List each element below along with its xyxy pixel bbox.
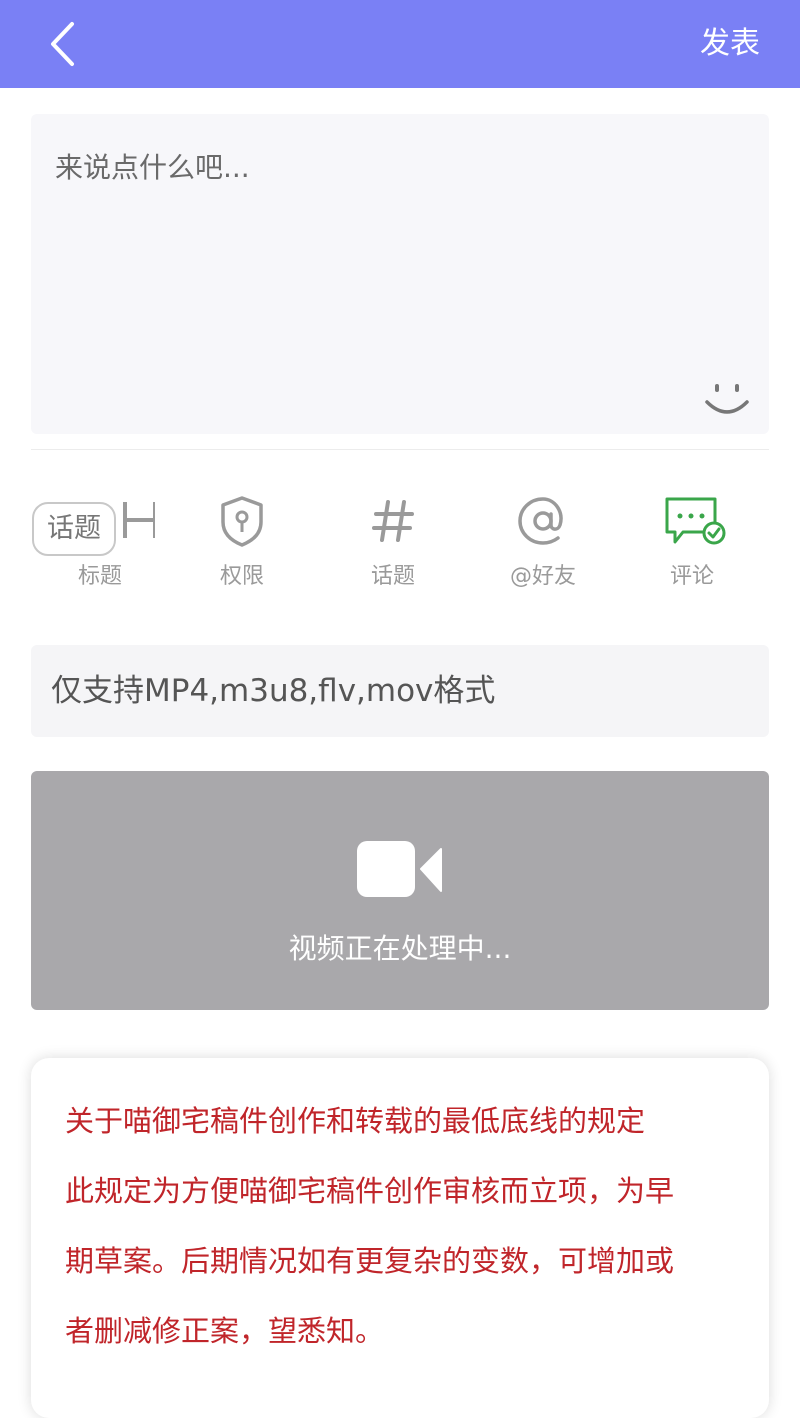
shield-lock-icon — [221, 496, 263, 547]
comment-tool-label: 评论 — [669, 564, 714, 589]
publish-button[interactable]: 发表 — [700, 24, 760, 64]
hash-icon — [372, 500, 414, 542]
comment-check-icon — [665, 497, 726, 545]
notice-line: 期草案。后期情况如有更复杂的变数，可增加或 — [65, 1244, 675, 1278]
smiley-icon — [705, 384, 749, 414]
video-camera-icon — [357, 841, 442, 897]
at-icon — [518, 497, 563, 545]
format-hint: 仅支持MP4,m3u8,flv,mov格式 — [31, 645, 769, 737]
top-bar: 发表 — [0, 0, 800, 88]
notice-card: 关于喵御宅稿件创作和转载的最低底线的规定 此规定为方便喵御宅稿件创作审核而立项，… — [31, 1058, 769, 1418]
notice-line: 者删减修正案，望悉知。 — [65, 1314, 385, 1348]
back-button[interactable] — [40, 18, 88, 70]
topic-tool[interactable]: 话题 — [338, 490, 448, 590]
video-upload-area[interactable]: 视频正在处理中... — [31, 771, 769, 1010]
title-tool-label: 标题 — [77, 564, 122, 589]
topic-chip[interactable]: 话题 — [32, 502, 116, 556]
emoji-button[interactable] — [703, 378, 751, 422]
permission-tool[interactable]: 权限 — [187, 490, 297, 590]
mention-friend-label: @好友 — [509, 564, 576, 589]
post-editor — [31, 114, 769, 434]
notice-title: 关于喵御宅稿件创作和转载的最低底线的规定 — [65, 1104, 646, 1138]
video-processing-status: 视频正在处理中... — [288, 932, 512, 965]
permission-tool-label: 权限 — [219, 564, 264, 589]
topic-tool-label: 话题 — [370, 564, 415, 589]
divider — [31, 449, 769, 450]
comment-tool[interactable]: 评论 — [637, 490, 747, 590]
content-input[interactable] — [31, 114, 769, 434]
chevron-left-icon — [51, 22, 74, 66]
mention-friend-tool[interactable]: @好友 — [488, 490, 598, 590]
notice-line: 此规定为方便喵御宅稿件创作审核而立项，为早 — [65, 1174, 675, 1208]
